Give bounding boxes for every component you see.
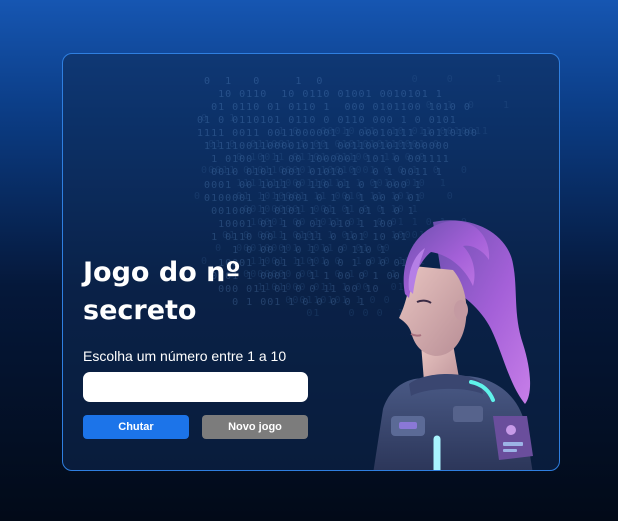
guess-input[interactable] [83,372,308,402]
page-title: Jogo do nº secreto [83,257,241,326]
guess-button[interactable]: Chutar [83,415,189,439]
instruction-text: Escolha um número entre 1 a 10 [83,348,287,364]
new-game-button[interactable]: Novo jogo [202,415,308,439]
game-card: 0 1 0 1 0 10 0110 10 0110 01001 0010101 … [62,53,560,471]
robot-girl-illustration [373,220,533,470]
